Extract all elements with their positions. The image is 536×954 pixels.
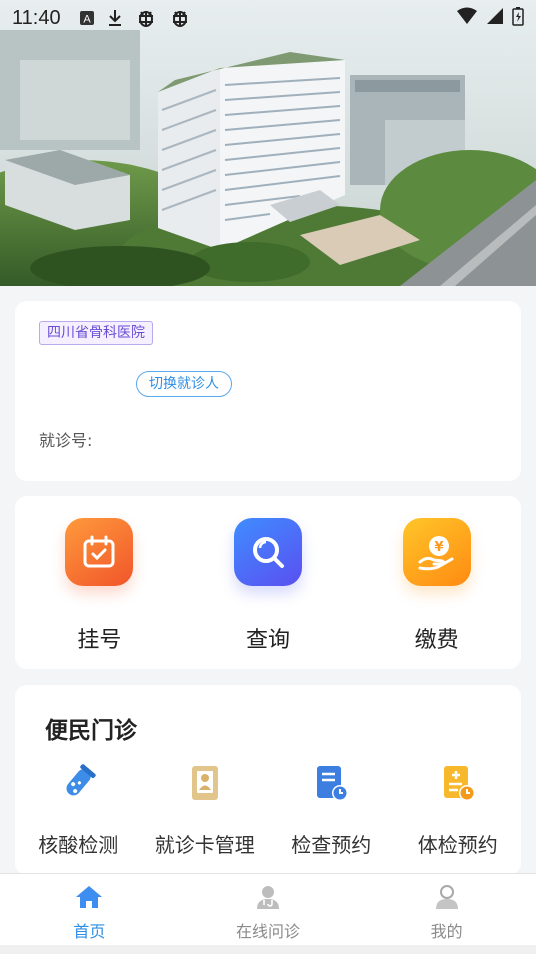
download-icon [107, 9, 123, 27]
battery-icon [512, 6, 524, 31]
test-tube-icon [58, 763, 98, 803]
register-label: 挂号 [77, 628, 122, 653]
calendar-check-icon [65, 518, 134, 586]
payment-label: 缴费 [414, 628, 459, 653]
signal-icon [486, 7, 504, 30]
patient-card: 四川省骨科医院 切换就诊人 就诊号: [15, 301, 521, 481]
visit-number-label: 就诊号: [39, 431, 93, 450]
bug-icon [169, 8, 191, 28]
tab-online-consultation[interactable]: 在线问诊 [179, 874, 358, 945]
tab-home[interactable]: 首页 [0, 874, 179, 945]
svg-text:¥: ¥ [434, 540, 443, 555]
tab-mine-label: 我的 [430, 922, 463, 941]
exam-appointment-label: 检查预约 [291, 833, 372, 857]
switch-patient-button[interactable]: 切换就诊人 [136, 371, 232, 397]
register-button[interactable]: 挂号 [15, 496, 184, 669]
card-management-label: 就诊卡管理 [154, 833, 255, 857]
magnifier-icon [234, 518, 302, 586]
bottom-tab-bar: 首页 在线问诊 我的 [0, 873, 536, 945]
payment-button[interactable]: ¥ 缴费 [352, 496, 521, 669]
section-title: 便民门诊 [45, 718, 137, 744]
status-bar: 11:40 A [0, 0, 536, 36]
status-time: 11:40 [12, 6, 61, 29]
convenience-clinic-card: 便民门诊 核酸检测 就诊卡管理 检查预约 体检预约 [15, 685, 521, 875]
notification-a-icon: A [79, 10, 95, 26]
tab-home-label: 首页 [73, 922, 106, 941]
payment-hand-icon: ¥ [402, 518, 471, 586]
nucleic-test-button[interactable]: 核酸检测 [15, 763, 142, 858]
id-card-icon [185, 763, 225, 803]
system-nav-strip [0, 945, 536, 954]
checkup-clock-icon [438, 763, 478, 803]
svg-text:A: A [83, 14, 91, 26]
bug-icon [135, 8, 157, 28]
doctor-icon [254, 884, 282, 914]
checkup-appointment-label: 体检预约 [417, 833, 498, 857]
query-button[interactable]: 查询 [184, 496, 353, 669]
checkup-appointment-button[interactable]: 体检预约 [395, 763, 522, 858]
nucleic-test-label: 核酸检测 [38, 833, 119, 857]
wifi-icon [456, 7, 478, 30]
main-actions-card: 挂号 查询 ¥ 缴费 [15, 496, 521, 669]
user-icon [433, 884, 461, 914]
home-icon [75, 884, 103, 914]
card-management-button[interactable]: 就诊卡管理 [142, 763, 269, 858]
query-label: 查询 [246, 628, 291, 653]
tab-mine[interactable]: 我的 [357, 874, 536, 945]
report-clock-icon [311, 763, 351, 803]
hospital-banner [0, 0, 536, 286]
tab-online-consultation-label: 在线问诊 [236, 922, 301, 941]
exam-appointment-button[interactable]: 检查预约 [268, 763, 395, 858]
service-grid: 核酸检测 就诊卡管理 检查预约 体检预约 [15, 763, 521, 858]
hospital-name-tag: 四川省骨科医院 [39, 321, 153, 345]
hospital-building-image [0, 0, 536, 286]
